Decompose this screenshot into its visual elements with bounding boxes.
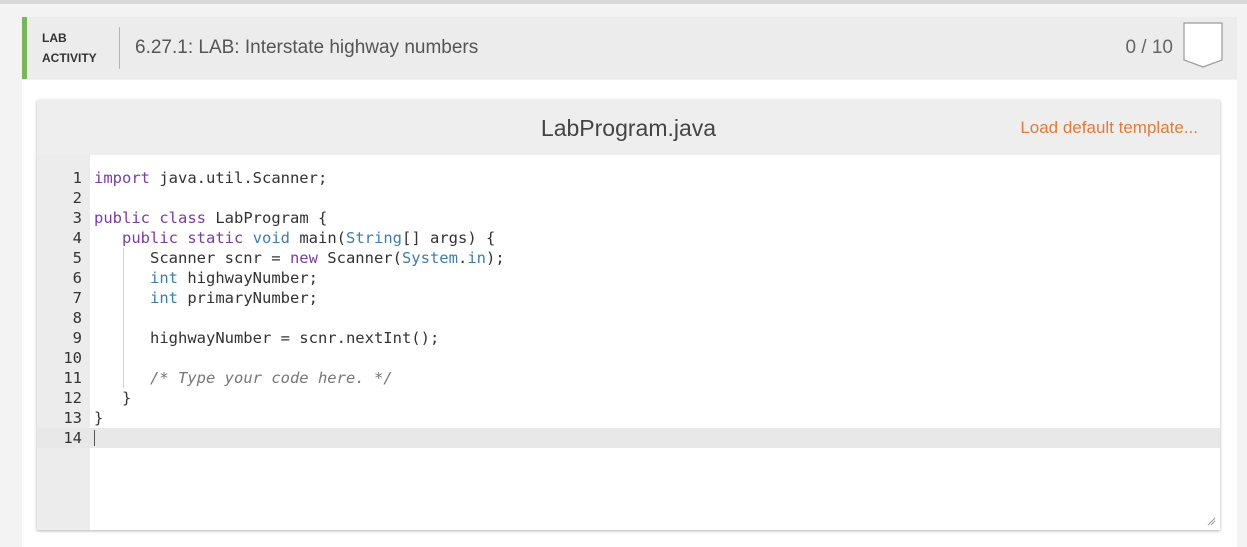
line-number: 9 [72,329,82,347]
resize-grip-icon[interactable] [1207,517,1216,526]
code-line-text: public class LabProgram { [94,208,327,228]
code-line-text: Scanner scnr = new Scanner(System.in); [94,248,505,268]
line-number: 2 [72,189,82,207]
code-token: int [150,269,178,287]
line-number: 1 [72,169,82,187]
code-line[interactable]: 14 [37,428,1220,448]
code-line[interactable]: 6 int highwayNumber; [37,268,1220,288]
code-editor: LabProgram.java Load default template...… [37,100,1220,530]
code-token: java.util.Scanner; [150,169,328,187]
line-number: 3 [72,209,82,227]
code-line[interactable]: 4 public static void main(String[] args)… [37,228,1220,248]
code-token: new [289,249,318,267]
code-token: String [346,229,403,247]
line-number: 6 [72,269,82,287]
code-line-text: public static void main(String[] args) { [94,228,495,248]
code-line-text: import java.util.Scanner; [94,168,327,188]
code-line[interactable]: 1 import java.util.Scanner; [37,168,1220,188]
line-number: 10 [63,349,82,367]
code-token: } [94,389,132,407]
code-line[interactable]: 10 [37,348,1220,368]
code-token: void [252,229,291,247]
code-line[interactable]: 3 public class LabProgram { [37,208,1220,228]
code-line-text: int highwayNumber; [94,268,318,288]
line-number: 12 [63,389,82,407]
text-cursor [94,430,95,446]
code-token: ); [485,249,505,267]
code-line[interactable]: 2 [37,188,1220,208]
indent-guide [123,248,124,388]
completion-badge-icon [1183,22,1223,68]
code-line[interactable]: 13} [37,408,1220,428]
code-token: public [94,209,150,227]
line-number: 5 [72,249,82,267]
code-line-text: /* Type your code here. */ [94,368,393,388]
code-line-text: int primaryNumber; [94,288,318,308]
code-text-area[interactable]: 1 import java.util.Scanner; 2 3 public class… [37,155,1220,530]
code-token: LabProgram { [206,209,328,227]
code-token: System [401,249,458,267]
code-token: } [94,409,104,427]
lab-panel: LabProgram.java Load default template...… [22,80,1237,547]
line-number: 13 [63,409,82,427]
lab-tag-line2: ACTIVITY [42,51,97,65]
code-token: highwayNumber; [178,269,318,287]
code-line[interactable]: 5 Scanner scnr = new Scanner(System.in); [37,248,1220,268]
code-line[interactable]: 9 highwayNumber = scnr.nextInt(); [37,328,1220,348]
code-token: [] args) { [402,229,496,247]
code-token: Scanner( [317,249,402,267]
line-number: 11 [63,369,82,387]
header-divider [119,27,120,69]
code-token: /* Type your code here. */ [150,369,393,387]
lab-activity-tag: LAB ACTIVITY [42,28,97,68]
line-number: 8 [72,309,82,327]
line-number: 4 [72,229,82,247]
code-token: public [122,229,178,247]
code-line-text: highwayNumber = scnr.nextInt(); [94,328,439,348]
code-token: static [187,229,244,247]
code-line[interactable]: 8 [37,308,1220,328]
code-token: highwayNumber = scnr.nextInt(); [94,329,440,347]
code-line[interactable]: 12 } [37,388,1220,408]
code-token: primaryNumber; [178,289,318,307]
code-token: int [150,289,178,307]
load-default-template-link[interactable]: Load default template... [1020,117,1198,139]
lab-tag-line1: LAB [42,31,67,45]
lab-title: 6.27.1: LAB: Interstate highway numbers [135,37,479,58]
code-token: in [467,249,486,267]
code-lines[interactable]: 1 import java.util.Scanner; 2 3 public class… [37,168,1220,448]
code-line-text: } [94,408,103,428]
file-bar: LabProgram.java Load default template... [37,100,1220,155]
code-token: import [94,169,150,187]
lab-header: LAB ACTIVITY 6.27.1: LAB: Interstate hig… [22,17,1237,79]
code-token: main( [290,229,347,247]
score-display: 0 / 10 [1125,37,1173,58]
code-line[interactable]: 7 int primaryNumber; [37,288,1220,308]
code-token: class [159,209,207,227]
line-number: 7 [72,289,82,307]
code-token: . [457,249,468,267]
top-divider [0,0,1247,4]
code-line-text: } [94,388,131,408]
code-line[interactable]: 11 /* Type your code here. */ [37,368,1220,388]
line-number: 14 [63,429,82,447]
